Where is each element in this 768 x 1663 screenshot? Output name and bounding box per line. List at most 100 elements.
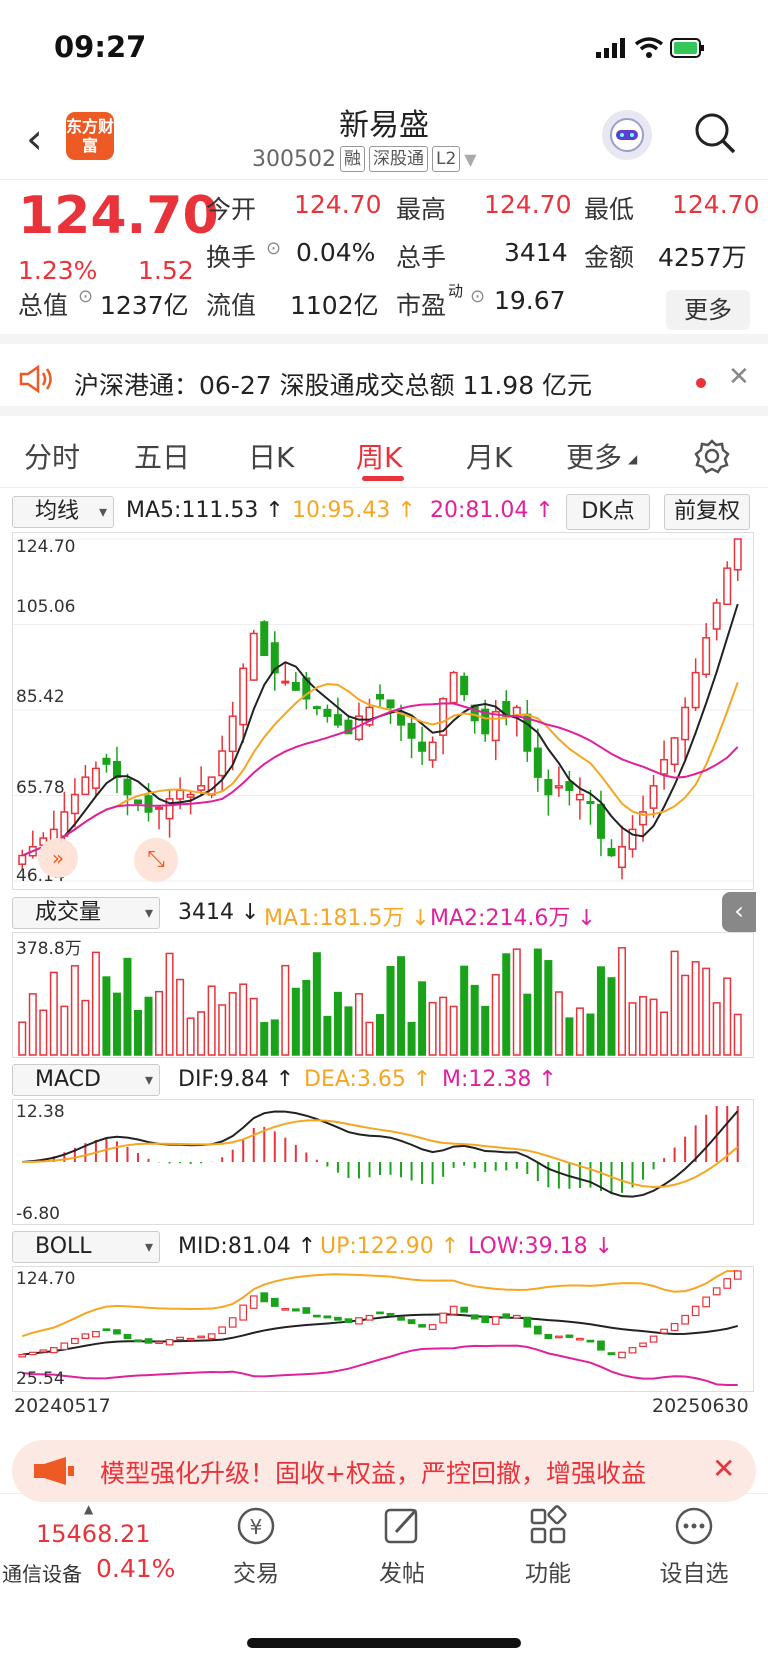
volume-bar xyxy=(544,960,553,1056)
close-icon[interactable]: ✕ xyxy=(728,362,750,392)
volume-bar xyxy=(165,952,174,1056)
megaphone-icon xyxy=(34,1457,74,1485)
header: ‹ 东方财富 新易盛 300502 融 深股通 L2 ▼ xyxy=(0,92,768,180)
boll-candle xyxy=(407,1319,416,1325)
date-start: 20240517 xyxy=(14,1395,111,1417)
volume-bar xyxy=(344,1006,353,1056)
double-chevron-icon[interactable]: » xyxy=(38,838,78,878)
status-bar: 09:27 xyxy=(0,0,768,90)
float-label: 流值 xyxy=(206,291,257,320)
boll-panel[interactable] xyxy=(12,1266,754,1392)
nav-watchlist[interactable]: 设自选 xyxy=(634,1504,754,1588)
search-icon[interactable] xyxy=(692,110,738,156)
promo-text: 模型强化升级！固收+权益，严控回撤，增强收益 xyxy=(100,1459,646,1488)
index-name[interactable]: 通信设备 xyxy=(2,1558,82,1587)
boll-candle xyxy=(639,1342,647,1348)
notice-bar[interactable]: 沪深港通：06-27 深股通成交总额 11.98 亿元 ✕ xyxy=(0,352,768,416)
boll-candle xyxy=(607,1352,616,1356)
robot-assistant-icon[interactable] xyxy=(602,110,652,160)
volume-bar xyxy=(323,1015,332,1056)
volume-bar xyxy=(49,971,58,1056)
chevron-down-icon: ▼ xyxy=(464,149,477,169)
macd-selector[interactable]: MACD xyxy=(12,1064,160,1096)
ma-selector[interactable]: 均线 xyxy=(12,496,114,528)
boll-candle xyxy=(313,1314,321,1318)
boll-selector[interactable]: BOLL xyxy=(12,1231,160,1263)
candle-body xyxy=(18,854,27,865)
volume-bar xyxy=(197,1011,206,1056)
volume-panel[interactable] xyxy=(12,932,754,1058)
volume-bar xyxy=(312,952,321,1056)
boll-candle xyxy=(218,1326,227,1335)
boll-candle xyxy=(418,1324,426,1328)
index-value[interactable]: 15468.21 xyxy=(36,1520,151,1548)
tab-5day[interactable]: 五日 xyxy=(134,436,190,476)
info-icon[interactable]: ⊙ xyxy=(78,286,93,307)
tab-monthly[interactable]: 月K xyxy=(466,436,512,476)
volume-bar xyxy=(375,1014,385,1056)
candle-body xyxy=(733,538,742,571)
kline-panel[interactable] xyxy=(12,532,754,890)
candle-body xyxy=(397,713,406,726)
dk-points-button[interactable]: DK点 xyxy=(566,494,650,530)
nav-functions[interactable]: 功能 xyxy=(488,1504,608,1588)
boll-candle xyxy=(355,1317,363,1325)
candle-body xyxy=(176,789,185,800)
nav-post[interactable]: 发帖 xyxy=(342,1504,462,1588)
boll-candle xyxy=(460,1306,469,1313)
tab-daily[interactable]: 日K xyxy=(248,436,294,476)
more-button[interactable]: 更多 xyxy=(666,290,750,330)
pe-superscript: 动 xyxy=(448,282,464,300)
volume-bar xyxy=(617,947,627,1056)
collapse-panel-icon[interactable]: ‹ xyxy=(722,892,756,932)
boll-candle xyxy=(555,1335,563,1339)
candle-body xyxy=(102,757,111,765)
tab-more[interactable]: 更多 xyxy=(566,436,622,476)
tab-intraday[interactable]: 分时 xyxy=(24,436,80,476)
volume-bar xyxy=(218,1004,227,1056)
volume-bar xyxy=(533,948,542,1056)
date-end: 20250630 xyxy=(652,1395,749,1417)
stock-code-row[interactable]: 300502 融 深股通 L2 ▼ xyxy=(252,146,477,172)
candle-body xyxy=(702,637,711,675)
candle-body xyxy=(449,671,458,704)
volume-bar xyxy=(460,965,469,1056)
adjust-button[interactable]: 前复权 xyxy=(664,494,750,530)
settings-gear-icon[interactable] xyxy=(694,438,730,474)
volume-bar xyxy=(418,981,427,1056)
volume-bar xyxy=(481,1005,490,1056)
volume-bar xyxy=(239,983,248,1056)
edit-icon xyxy=(384,1508,418,1544)
y-label-2: 105.06 xyxy=(16,597,76,617)
volume-bar xyxy=(176,978,185,1056)
volume-bar xyxy=(123,957,132,1056)
tab-weekly[interactable]: 周K xyxy=(356,436,402,476)
change-percent: 1.23% xyxy=(18,256,98,285)
candle-body xyxy=(186,793,195,798)
period-tabs: 分时 五日 日K 周K 月K 更多 ◢ xyxy=(0,426,768,488)
amount-label: 金额 xyxy=(584,243,635,272)
volume-bar xyxy=(112,992,121,1056)
status-time: 09:27 xyxy=(54,30,147,64)
candle-body xyxy=(70,793,79,815)
boll-candle xyxy=(239,1304,248,1321)
boll-candle xyxy=(449,1305,458,1315)
volume-selector[interactable]: 成交量 xyxy=(12,897,160,929)
candle-body xyxy=(197,785,206,791)
boll-up-line xyxy=(21,1270,738,1338)
close-icon[interactable]: ✕ xyxy=(712,1452,735,1485)
turnover-label: 换手 xyxy=(206,243,257,272)
boll-candle xyxy=(197,1335,205,1339)
info-icon[interactable]: ⊙ xyxy=(266,238,281,259)
volume-bar xyxy=(386,965,395,1056)
nav-trade[interactable]: ¥ 交易 xyxy=(196,1504,316,1588)
candle-body xyxy=(533,747,542,778)
expand-icon[interactable]: ⤡ xyxy=(134,838,178,882)
macd-panel[interactable] xyxy=(12,1099,754,1225)
boll-candle xyxy=(323,1315,332,1319)
turnover-value: 0.04% xyxy=(296,238,376,267)
boll-candle xyxy=(176,1336,184,1341)
info-icon[interactable]: ⊙ xyxy=(470,286,485,307)
boll-candle xyxy=(681,1314,689,1325)
volume-bar xyxy=(28,993,37,1056)
